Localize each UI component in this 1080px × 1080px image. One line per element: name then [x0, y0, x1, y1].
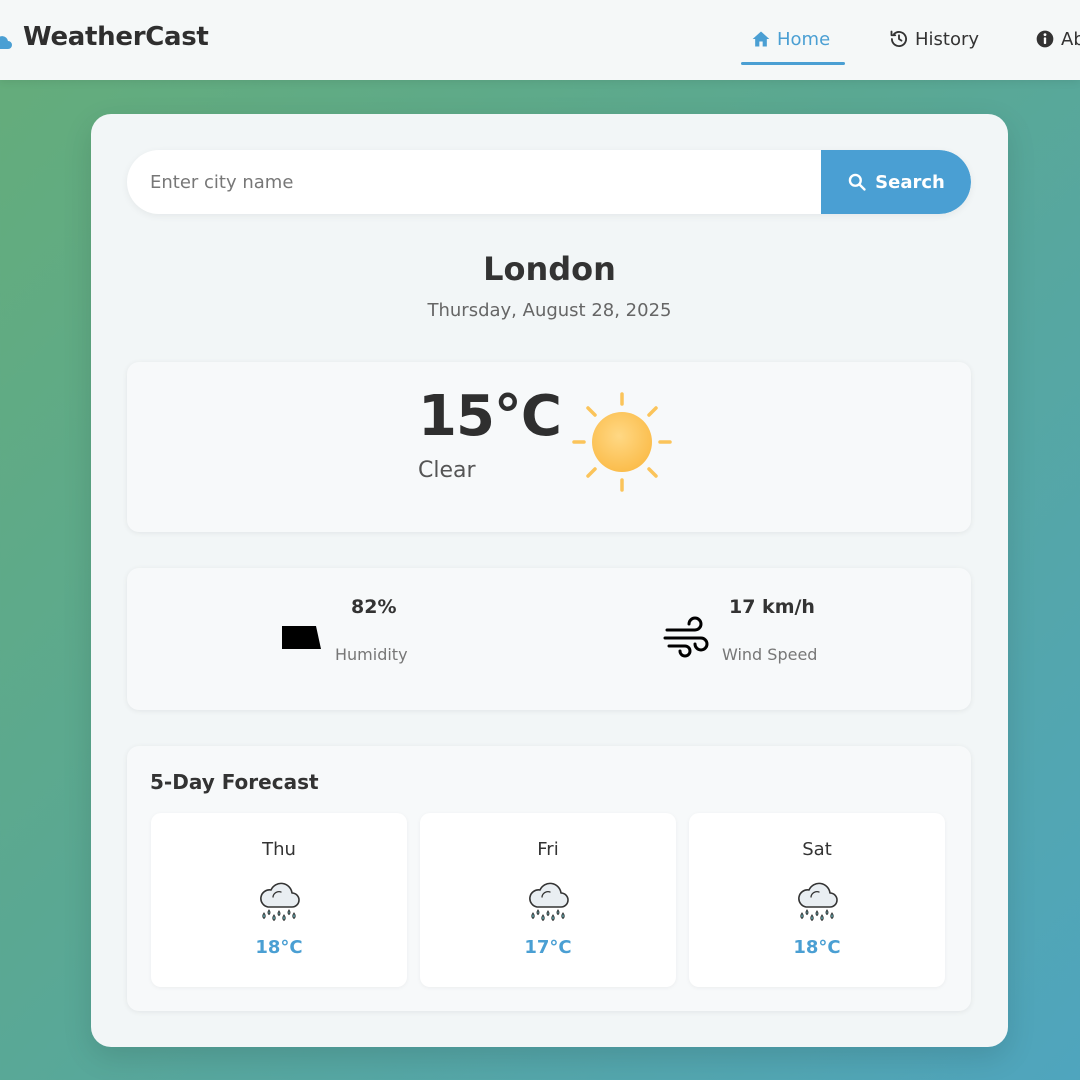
current-weather-panel: 15°C Clear [127, 362, 971, 532]
nav-link-history[interactable]: History [889, 26, 979, 52]
rain-cloud-icon [529, 882, 569, 922]
search-icon [848, 173, 866, 191]
active-tab-indicator [741, 62, 845, 65]
forecast-day-name: Sat [802, 839, 832, 860]
forecast-day-card[interactable]: Thu 18°C [151, 813, 407, 987]
forecast-day-temperature: 17°C [524, 937, 572, 958]
forecast-panel: 5-Day Forecast Thu 18°C Fri 17°C Sat 18°… [127, 746, 971, 1011]
nav-link-label: History [915, 28, 980, 50]
home-icon [752, 31, 770, 47]
forecast-day-card[interactable]: Sat 18°C [689, 813, 945, 987]
search-bar: Search [127, 150, 971, 214]
current-date: Thursday, August 28, 2025 [427, 300, 672, 321]
humidity-label: Humidity [335, 645, 408, 664]
forecast-title: 5-Day Forecast [150, 770, 319, 794]
search-button[interactable]: Search [821, 150, 971, 214]
humidity-icon [282, 626, 321, 649]
nav-link-home[interactable]: Home [751, 26, 830, 52]
weather-condition: Clear [418, 458, 476, 483]
forecast-day-card[interactable]: Fri 17°C [420, 813, 676, 987]
forecast-day-temperature: 18°C [793, 937, 841, 958]
cloud-icon [0, 36, 12, 49]
city-name: London [483, 250, 616, 288]
weather-details-panel: 82% Humidity 17 km/h Wind Speed [127, 568, 971, 710]
history-icon [890, 30, 907, 48]
wind-icon [663, 616, 709, 658]
forecast-day-temperature: 18°C [255, 937, 303, 958]
brand-name: WeatherCast [23, 22, 209, 52]
nav-link-label: Ab [1061, 28, 1080, 50]
top-navbar: WeatherCast Home History Ab [0, 0, 1080, 80]
city-search-input[interactable] [127, 150, 821, 214]
search-button-label: Search [875, 171, 945, 193]
nav-link-about[interactable]: Ab [1035, 26, 1080, 52]
rain-cloud-icon [260, 882, 300, 922]
nav-link-label: Home [777, 28, 831, 50]
forecast-day-name: Thu [262, 839, 296, 860]
wind-speed-value: 17 km/h [729, 596, 815, 618]
humidity-value: 82% [351, 596, 397, 618]
current-temperature: 15°C [418, 384, 562, 449]
wind-speed-label: Wind Speed [722, 645, 818, 664]
forecast-day-name: Fri [537, 839, 559, 860]
weather-card: Search London Thursday, August 28, 2025 … [91, 114, 1008, 1047]
info-icon [1036, 30, 1054, 48]
sun-icon [572, 392, 672, 492]
rain-cloud-icon [798, 882, 838, 922]
